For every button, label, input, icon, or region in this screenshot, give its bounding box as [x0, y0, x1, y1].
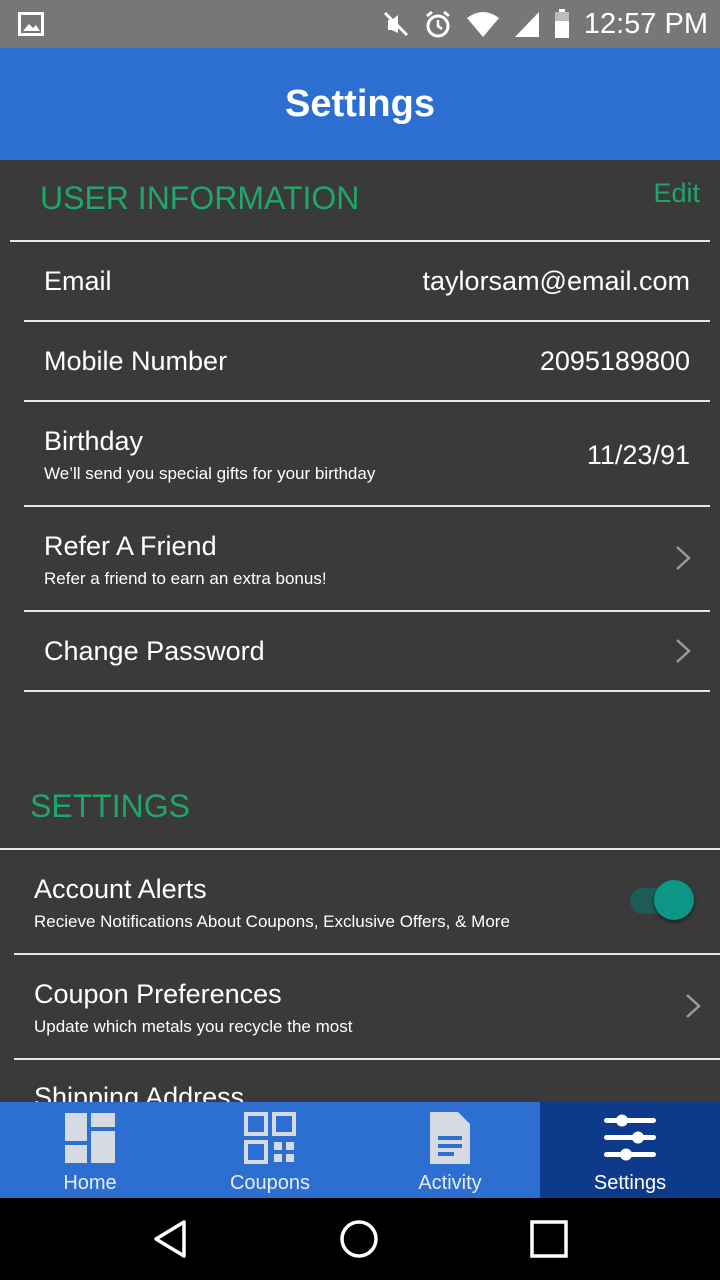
birthday-label: Birthday	[44, 426, 144, 456]
image-icon	[18, 12, 44, 36]
mobile-number-row[interactable]: Mobile Number 2095189800	[24, 322, 710, 400]
account-alerts-label: Account Alerts	[34, 874, 207, 904]
home-circle-icon[interactable]	[336, 1216, 382, 1262]
nav-home[interactable]: Home	[0, 1102, 180, 1198]
shipping-address-label: Shipping Address	[34, 1082, 245, 1102]
email-value: taylorsam@email.com	[422, 266, 690, 296]
refer-a-friend-row[interactable]: Refer A Friend Refer a friend to earn an…	[24, 507, 710, 610]
settings-header: SETTINGS	[30, 788, 191, 824]
account-alerts-row[interactable]: Account Alerts Recieve Notifications Abo…	[14, 850, 720, 953]
wifi-icon	[466, 12, 499, 37]
sliders-icon	[604, 1114, 656, 1161]
account-alerts-toggle[interactable]	[628, 880, 694, 922]
bottom-nav: Home Coupons Activity Settings	[0, 1102, 720, 1198]
birthday-value: 11/23/91	[586, 440, 690, 470]
refer-a-friend-subtitle: Refer a friend to earn an extra bonus!	[44, 569, 327, 588]
email-label: Email	[44, 266, 112, 296]
email-row[interactable]: Email taylorsam@email.com	[24, 242, 710, 320]
status-bar: 12:57 PM	[0, 0, 720, 48]
nav-activity[interactable]: Activity	[360, 1102, 540, 1198]
chevron-right-icon	[676, 546, 691, 570]
recents-icon[interactable]	[526, 1216, 572, 1262]
document-icon	[430, 1112, 470, 1164]
change-password-label: Change Password	[44, 636, 265, 666]
signal-icon	[514, 12, 539, 37]
user-information-header: USER INFORMATION	[40, 180, 360, 216]
nav-coupons[interactable]: Coupons	[180, 1102, 360, 1198]
dashboard-icon	[65, 1113, 115, 1163]
change-password-row[interactable]: Change Password	[24, 612, 710, 690]
nav-settings[interactable]: Settings	[540, 1102, 720, 1198]
app-bar: Settings	[0, 48, 720, 160]
nav-coupons-label: Coupons	[229, 1172, 311, 1194]
nav-settings-label: Settings	[593, 1172, 667, 1194]
coupon-preferences-label: Coupon Preferences	[34, 979, 282, 1009]
settings-content[interactable]: USER INFORMATION Edit Email taylorsam@em…	[0, 160, 720, 1102]
chevron-right-icon	[686, 994, 701, 1018]
mobile-number-label: Mobile Number	[44, 346, 228, 376]
divider	[24, 690, 710, 692]
birthday-subtitle: We’ll send you special gifts for your bi…	[44, 464, 376, 483]
page-title: Settings	[285, 82, 435, 125]
nav-activity-label: Activity	[418, 1172, 482, 1194]
edit-button[interactable]: Edit	[653, 178, 700, 209]
alarm-icon	[425, 10, 450, 38]
back-icon[interactable]	[148, 1216, 194, 1262]
toggle-knob	[654, 880, 694, 920]
shipping-address-row[interactable]: Shipping Address	[14, 1060, 720, 1102]
coupon-preferences-subtitle: Update which metals you recycle the most	[34, 1017, 353, 1036]
nav-home-label: Home	[63, 1172, 117, 1194]
mute-icon	[383, 11, 408, 37]
status-time: 12:57 PM	[583, 7, 708, 40]
battery-icon	[554, 9, 569, 38]
account-alerts-subtitle: Recieve Notifications About Coupons, Exc…	[34, 912, 510, 931]
system-nav-bar	[0, 1198, 720, 1280]
coupon-preferences-row[interactable]: Coupon Preferences Update which metals y…	[14, 955, 720, 1058]
chevron-right-icon	[676, 639, 691, 663]
qr-code-icon	[244, 1112, 296, 1164]
birthday-row[interactable]: Birthday We’ll send you special gifts fo…	[24, 402, 710, 505]
refer-a-friend-label: Refer A Friend	[44, 531, 217, 561]
mobile-number-value: 2095189800	[539, 346, 690, 376]
